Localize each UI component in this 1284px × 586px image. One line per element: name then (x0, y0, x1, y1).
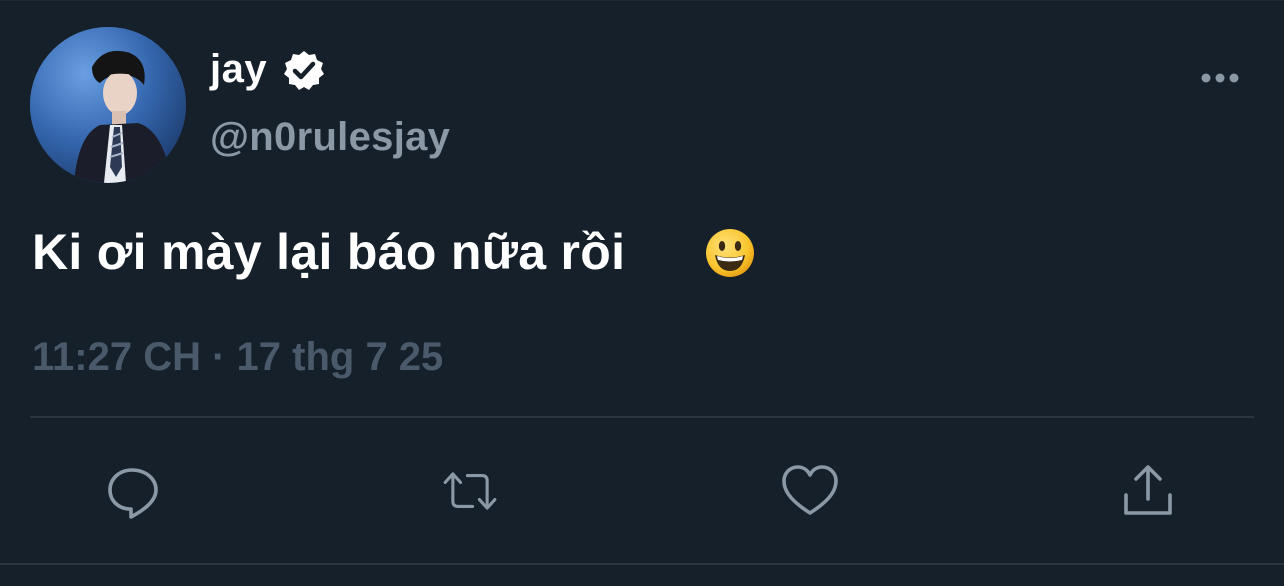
retweet-arrows-icon (443, 472, 497, 510)
user-handle[interactable]: @n0rulesjay (210, 113, 450, 161)
heart-icon (782, 465, 838, 515)
tweet-card: jay @n0rulesjay Ki ơi mày lại báo nữa rồ… (0, 0, 1284, 586)
share-button[interactable] (1118, 461, 1178, 521)
avatar[interactable] (30, 27, 186, 183)
divider (30, 416, 1254, 418)
speech-bubble-icon (108, 468, 158, 519)
avatar-image (30, 27, 186, 183)
verified-badge-icon (284, 51, 324, 90)
tweet-text: Ki ơi mày lại báo nữa rồi (32, 224, 626, 280)
share-upload-icon (1124, 465, 1172, 515)
reply-button[interactable] (104, 461, 164, 521)
tweet-timestamp[interactable]: 11:27 CH · 17 thg 7 25 (32, 333, 443, 381)
display-name[interactable]: jay (210, 45, 267, 93)
more-options-icon[interactable] (1196, 61, 1244, 95)
retweet-button[interactable] (440, 461, 500, 521)
bottom-border (0, 563, 1284, 565)
smiling-face-emoji-icon (706, 229, 754, 277)
like-button[interactable] (780, 461, 840, 521)
